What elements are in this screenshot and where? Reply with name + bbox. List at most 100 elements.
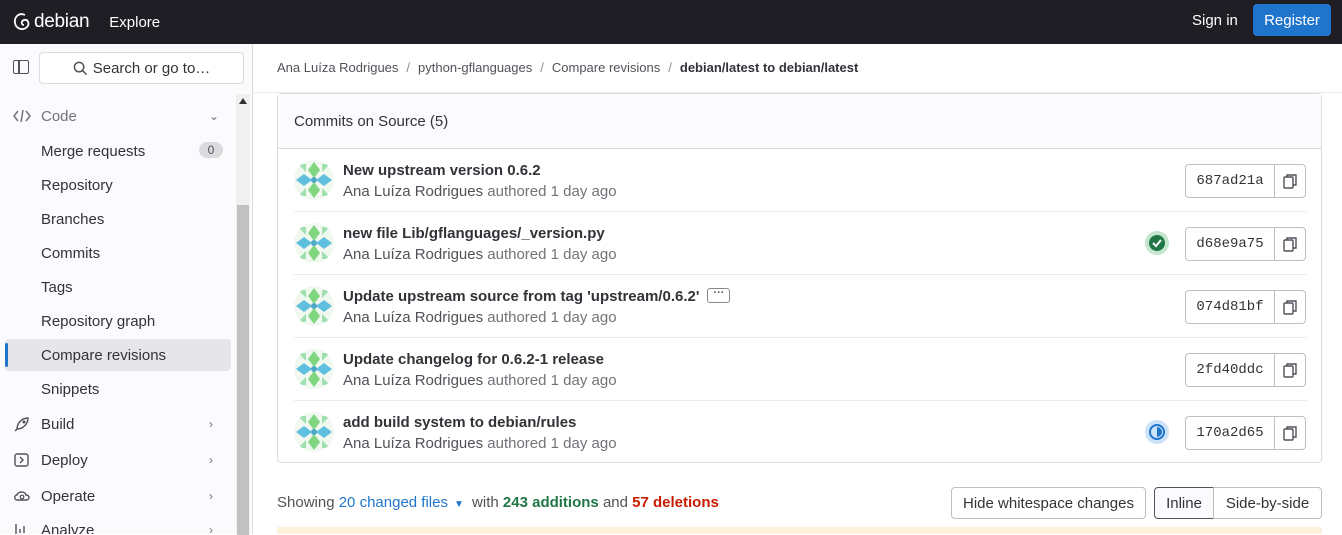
toggle-description-button[interactable]: ··· [707,287,731,303]
commit-sha[interactable]: 2fd40ddc [1185,353,1274,387]
chevron-right-icon: › [209,417,213,431]
avatar[interactable] [294,349,334,389]
breadcrumb: Ana Luíza Rodrigues / python-gflanguages… [277,60,858,75]
rocket-icon [14,417,29,432]
chevron-right-icon: › [209,523,213,534]
sidebar-item-commits[interactable]: Commits [5,237,231,269]
sidebar-item-repository[interactable]: Repository [5,169,231,201]
sidebar-toggle-icon[interactable] [13,60,29,74]
commit-meta: Ana Luíza Rodrigues authored 1 day ago [343,309,617,326]
commit-author[interactable]: Ana Luíza Rodrigues [343,372,483,389]
sidebar-item-label: Merge requests [41,142,146,160]
commit-time: 1 day ago [550,435,617,452]
copy-sha-button[interactable] [1274,353,1306,387]
commit-title[interactable]: Update upstream source from tag 'upstrea… [343,288,699,305]
cloud-gear-icon [14,491,30,501]
commit-row: Update upstream source from tag 'upstrea… [294,275,1307,338]
avatar[interactable] [294,223,334,263]
commit-row: add build system to debian/rules Ana Luíz… [294,401,1307,464]
commit-time: 1 day ago [550,372,617,389]
changed-files-dropdown[interactable]: 20 changed files [339,494,448,511]
avatar[interactable] [294,286,334,326]
chevron-down-icon: ⌄ [209,109,220,123]
avatar[interactable] [294,412,334,452]
copy-sha-button[interactable] [1274,416,1306,450]
nav-section-label: Deploy [41,451,88,469]
nav-section-label: Analyze [41,521,95,535]
summary-and: and [602,494,628,511]
pipeline-running-icon[interactable] [1145,420,1169,444]
breadcrumb-current[interactable]: debian/latest to debian/latest [680,60,858,75]
top-bar: debian Explore Sign in Register [0,0,1342,44]
additions-count: 243 additions [502,494,599,511]
commit-sha[interactable]: 687ad21a [1185,164,1274,198]
sidebar-item-merge-requests[interactable]: Merge requests 0 [5,135,231,167]
scroll-thumb[interactable] [237,205,249,535]
commit-time: 1 day ago [550,309,617,326]
sidebar-nav: Code ⌄ Merge requests 0 Repository Branc… [0,94,235,534]
copy-icon [1283,299,1297,315]
debian-logo[interactable]: debian [12,11,90,33]
sign-in-link[interactable]: Sign in [1192,12,1238,29]
code-icon [13,109,31,123]
nav-section-build[interactable]: Build › [0,409,235,439]
commit-title-row: New upstream version 0.6.2 [343,162,541,179]
commits-card: Commits on Source (5) New upstream versi… [277,93,1322,463]
sidebar-scrollbar[interactable] [236,94,250,535]
sidebar-item-snippets[interactable]: Snippets [5,373,231,405]
logo-text: debian [34,11,90,32]
summary-with: with [472,494,499,511]
copy-icon [1283,362,1297,378]
diff-summary: Showing 20 changed files ▼ with 243 addit… [277,494,719,511]
commit-title-row: Update upstream source from tag 'upstrea… [343,287,731,305]
search-button[interactable]: Search or go to… [39,52,244,84]
nav-section-code[interactable]: Code ⌄ [0,101,235,131]
breadcrumb-compare[interactable]: Compare revisions [552,60,660,75]
breadcrumb-separator: / [668,60,672,75]
commits-header: Commits on Source (5) [278,94,1321,149]
sidebar-item-branches[interactable]: Branches [5,203,231,235]
register-button[interactable]: Register [1253,4,1331,36]
sidebar-item-label: Tags [41,278,73,296]
nav-section-label: Build [41,415,75,433]
sidebar-item-repository-graph[interactable]: Repository graph [5,305,231,337]
breadcrumb-separator: / [540,60,544,75]
nav-section-label: Code [41,107,77,125]
hide-whitespace-button[interactable]: Hide whitespace changes [951,487,1146,519]
commit-sha[interactable]: d68e9a75 [1185,227,1274,261]
copy-sha-button[interactable] [1274,227,1306,261]
breadcrumb-separator: / [406,60,411,75]
avatar[interactable] [294,160,334,200]
commit-title-row: Update changelog for 0.6.2-1 release [343,351,604,368]
nav-section-operate[interactable]: Operate › [0,481,235,511]
nav-section-analyze[interactable]: Analyze › [0,515,235,534]
commit-title[interactable]: New upstream version 0.6.2 [343,162,541,179]
explore-link[interactable]: Explore [109,14,160,31]
commit-title[interactable]: new file Lib/gflanguages/_version.py [343,225,605,242]
commit-author[interactable]: Ana Luíza Rodrigues [343,246,483,263]
commit-title[interactable]: add build system to debian/rules [343,414,576,431]
commit-sha[interactable]: 074d81bf [1185,290,1274,324]
copy-sha-button[interactable] [1274,164,1306,198]
chart-icon [15,524,25,534]
commit-author[interactable]: Ana Luíza Rodrigues [343,435,483,452]
sidebar-item-compare-revisions[interactable]: Compare revisions [5,339,231,371]
breadcrumb-project[interactable]: python-gflanguages [418,60,532,75]
chevron-right-icon: › [209,453,213,467]
side-by-side-button[interactable]: Side-by-side [1213,487,1322,519]
commit-title[interactable]: Update changelog for 0.6.2-1 release [343,351,604,368]
scroll-up-arrow-icon[interactable] [239,98,247,104]
nav-section-deploy[interactable]: Deploy › [0,445,235,475]
commit-author[interactable]: Ana Luíza Rodrigues [343,183,483,200]
commit-author[interactable]: Ana Luíza Rodrigues [343,309,483,326]
pipeline-passed-icon[interactable] [1145,231,1169,255]
commit-sha[interactable]: 170a2d65 [1185,416,1274,450]
commit-title-row: add build system to debian/rules [343,414,576,431]
copy-sha-button[interactable] [1274,290,1306,324]
inline-view-button[interactable]: Inline [1154,487,1214,519]
sidebar-item-tags[interactable]: Tags [5,271,231,303]
breadcrumb-user[interactable]: Ana Luíza Rodrigues [277,60,398,75]
chevron-down-icon[interactable]: ▼ [454,499,464,510]
commit-row: new file Lib/gflanguages/_version.py Ana … [294,212,1307,275]
commit-row: Update changelog for 0.6.2-1 release Ana … [294,338,1307,401]
